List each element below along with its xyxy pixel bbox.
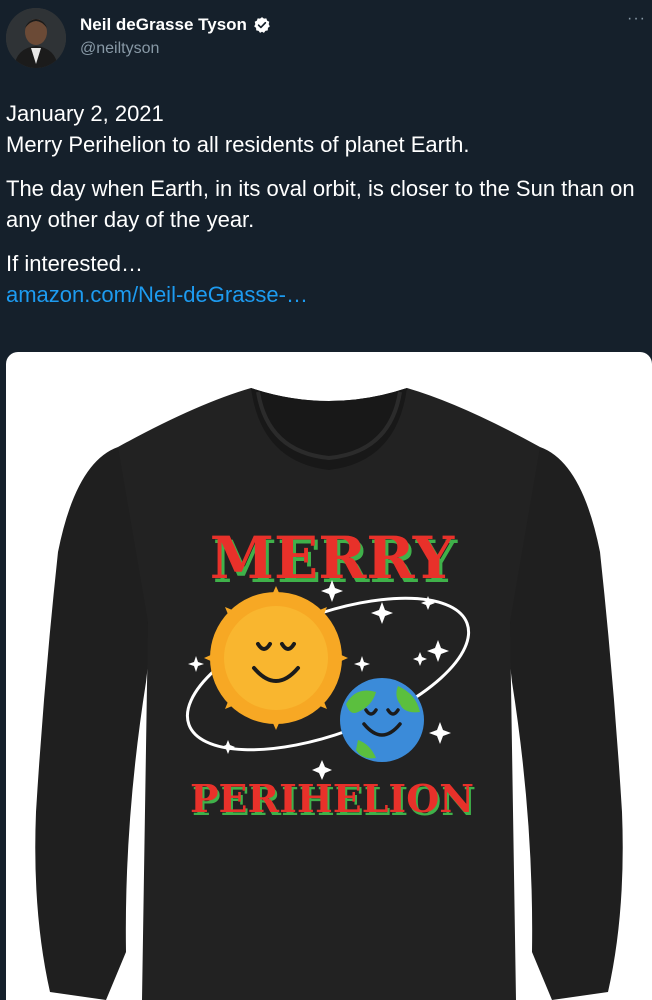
author-handle[interactable]: @neiltyson [80, 40, 159, 58]
tweet-line-2: The day when Earth, in its oval orbit, i… [6, 176, 635, 232]
tweet-date: January 2, 2021 [6, 101, 164, 126]
tweet-media-image[interactable]: MERRY MERRY PERIHELION PERIHELION [6, 352, 652, 1000]
tweet-header: Neil deGrasse Tyson @neiltyson ··· [0, 0, 652, 80]
verified-badge-icon [254, 17, 270, 33]
more-options-icon[interactable]: ··· [627, 10, 646, 28]
author-name[interactable]: Neil deGrasse Tyson [80, 15, 247, 35]
tweet-line-3: If interested… [6, 251, 143, 276]
tweet-text: January 2, 2021 Merry Perihelion to all … [6, 98, 646, 310]
shirt-illustration: MERRY MERRY PERIHELION PERIHELION [35, 388, 623, 1000]
avatar[interactable] [6, 8, 66, 68]
shirt-bottom-text: PERIHELION [190, 776, 474, 821]
tweet-link[interactable]: amazon.com/Neil-deGrasse-… [6, 279, 646, 310]
earth-icon [340, 678, 424, 762]
sun-icon [204, 586, 348, 730]
tweet-line-1: Merry Perihelion to all residents of pla… [6, 132, 470, 157]
